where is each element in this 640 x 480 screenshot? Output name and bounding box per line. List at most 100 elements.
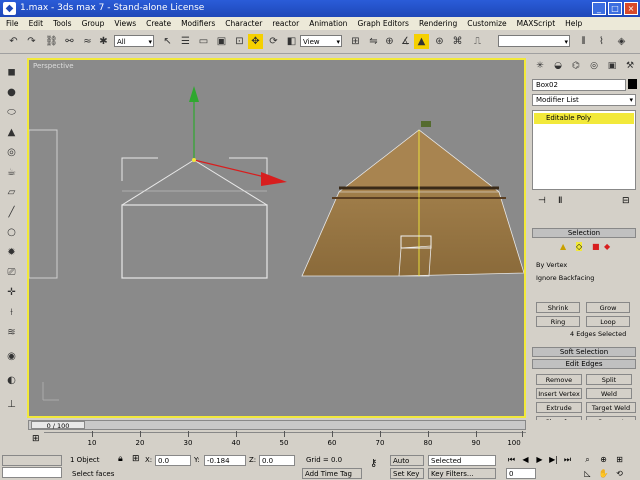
- select-by-name-icon[interactable]: ☰: [178, 34, 193, 49]
- select-and-rotate-icon[interactable]: ⟳: [266, 34, 281, 49]
- select-and-scale-icon[interactable]: ◧: [284, 34, 299, 49]
- redo-icon[interactable]: ↷: [24, 34, 39, 49]
- pivot-center-icon[interactable]: ⊞: [348, 34, 363, 49]
- menu-maxscript[interactable]: MAXScript: [517, 19, 556, 28]
- by-vertex-checkbox[interactable]: By Vertex: [536, 261, 567, 269]
- previous-frame-icon[interactable]: ◀: [520, 454, 531, 465]
- material-editor-icon[interactable]: ◈: [614, 34, 629, 49]
- snap-toggle-icon[interactable]: ⊕: [382, 34, 397, 49]
- utilities-tab-icon[interactable]: ⚒: [624, 60, 636, 72]
- auto-key-button[interactable]: Auto Key: [390, 455, 424, 475]
- modify-tab-icon[interactable]: ◒: [552, 60, 564, 72]
- reference-coordinate-dropdown[interactable]: View: [300, 35, 342, 48]
- torus-icon[interactable]: ◎: [5, 146, 18, 159]
- go-to-start-icon[interactable]: ⏮: [506, 454, 517, 465]
- mirror-selected-icon[interactable]: ⫴: [576, 34, 591, 49]
- time-slider[interactable]: 0 / 100: [31, 421, 85, 430]
- x-coordinate-field[interactable]: 0.0: [155, 455, 191, 466]
- object-color-swatch[interactable]: [628, 79, 637, 89]
- teapot-icon[interactable]: ☕: [5, 166, 18, 179]
- wireframe-box-object[interactable]: [121, 157, 268, 279]
- circle-icon[interactable]: ○: [5, 226, 18, 239]
- unlink-icon[interactable]: ⚯: [62, 34, 77, 49]
- polygon-mode-icon[interactable]: ◆: [604, 242, 610, 251]
- sphere-icon[interactable]: ●: [5, 86, 18, 99]
- align-icon[interactable]: ⎍: [470, 34, 485, 49]
- object-name-field[interactable]: Box02: [532, 79, 626, 91]
- edit-edges-rollout[interactable]: Edit Edges: [532, 359, 636, 369]
- menu-help[interactable]: Help: [565, 19, 582, 28]
- set-key-button[interactable]: Set Key: [390, 468, 424, 479]
- y-coordinate-field[interactable]: -0.184: [204, 455, 246, 466]
- hierarchy-tab-icon[interactable]: ⌬: [570, 60, 582, 72]
- arc-rotate-icon[interactable]: ⟲: [614, 468, 625, 479]
- named-selection-dropdown[interactable]: [498, 35, 570, 48]
- menu-tools[interactable]: Tools: [53, 19, 71, 28]
- edge-mode-icon[interactable]: ◇: [576, 242, 583, 251]
- spinner-snap-icon[interactable]: ⊛: [432, 34, 447, 49]
- ring-button[interactable]: Ring: [536, 316, 580, 327]
- extrude-button[interactable]: Extrude: [536, 402, 582, 413]
- curve-editor-icon[interactable]: ⌇: [594, 34, 609, 49]
- selection-lock-icon[interactable]: 🔒︎: [118, 454, 123, 464]
- mirror-icon[interactable]: ⇋: [366, 34, 381, 49]
- menu-rendering[interactable]: Rendering: [419, 19, 457, 28]
- spacewarp-icon[interactable]: ≋: [5, 326, 18, 339]
- maxscript-listener[interactable]: [2, 455, 62, 466]
- pan-icon[interactable]: ✋: [598, 468, 609, 479]
- menu-create[interactable]: Create: [146, 19, 171, 28]
- menu-reactor[interactable]: reactor: [272, 19, 299, 28]
- trackbar[interactable]: 10 20 30 40 50 60 70 80 90 100: [44, 431, 526, 449]
- pin-stack-icon[interactable]: ⊣: [538, 196, 546, 206]
- menu-modifiers[interactable]: Modifiers: [181, 19, 215, 28]
- motion-tab-icon[interactable]: ◎: [588, 60, 600, 72]
- z-coordinate-field[interactable]: 0.0: [259, 455, 295, 466]
- add-time-tag-button[interactable]: Add Time Tag: [302, 468, 362, 479]
- close-icon[interactable]: ×: [624, 2, 638, 15]
- menu-views[interactable]: Views: [114, 19, 136, 28]
- weld-button[interactable]: Weld: [586, 388, 632, 399]
- window-crossing-icon[interactable]: ▣: [214, 34, 229, 49]
- show-end-result-icon[interactable]: Ⅱ: [558, 196, 562, 206]
- helper-icon[interactable]: ✛: [5, 286, 18, 299]
- pin-icon[interactable]: ⊥: [5, 398, 18, 411]
- light-icon[interactable]: ✹: [5, 246, 18, 259]
- plane-icon[interactable]: ▱: [5, 186, 18, 199]
- current-frame-field[interactable]: 0: [506, 468, 536, 479]
- shrink-button[interactable]: Shrink: [536, 302, 580, 313]
- menu-file[interactable]: File: [6, 19, 19, 28]
- next-frame-icon[interactable]: ▶|: [548, 454, 559, 465]
- configure-modifiers-icon[interactable]: ⊟: [622, 196, 630, 206]
- vertex-mode-icon[interactable]: ▲: [560, 242, 566, 251]
- border-mode-icon[interactable]: ■: [592, 242, 600, 251]
- render-icon[interactable]: ◉: [5, 350, 18, 363]
- pyramid-object[interactable]: [301, 121, 524, 277]
- angle-snap-icon[interactable]: ∡: [398, 34, 413, 49]
- maxscript-mini-listener[interactable]: [2, 467, 62, 478]
- menu-animation[interactable]: Animation: [309, 19, 347, 28]
- time-slider-track[interactable]: 0 / 100: [28, 420, 526, 430]
- field-of-view-icon[interactable]: ◺: [582, 468, 593, 479]
- create-object-icon[interactable]: ◼: [5, 66, 18, 79]
- zoom-icon[interactable]: ⌕: [582, 454, 593, 465]
- create-tab-icon[interactable]: ✳: [534, 60, 546, 72]
- maximize-icon[interactable]: □: [608, 2, 622, 15]
- percent-snap-icon[interactable]: ▲: [414, 34, 429, 49]
- line-icon[interactable]: ╱: [5, 206, 18, 219]
- menu-group[interactable]: Group: [82, 19, 105, 28]
- select-and-move-icon[interactable]: ✥: [248, 34, 263, 49]
- split-button[interactable]: Split: [586, 374, 632, 385]
- insert-vertex-button[interactable]: Insert Vertex: [536, 388, 582, 399]
- cone-icon[interactable]: ▲: [5, 126, 18, 139]
- key-icon[interactable]: ⚷: [370, 458, 377, 469]
- perspective-viewport[interactable]: Perspective: [27, 58, 526, 418]
- display-tab-icon[interactable]: ▣: [606, 60, 618, 72]
- select-object-icon[interactable]: ↖: [160, 34, 175, 49]
- camera-icon[interactable]: ⎚: [5, 266, 18, 279]
- stack-item-editable-poly[interactable]: Editable Poly: [534, 113, 634, 124]
- zoom-all-icon[interactable]: ⊕: [598, 454, 609, 465]
- menu-edit[interactable]: Edit: [29, 19, 44, 28]
- menu-character[interactable]: Character: [225, 19, 262, 28]
- bone-icon[interactable]: ⟊: [5, 306, 18, 319]
- loop-button[interactable]: Loop: [586, 316, 630, 327]
